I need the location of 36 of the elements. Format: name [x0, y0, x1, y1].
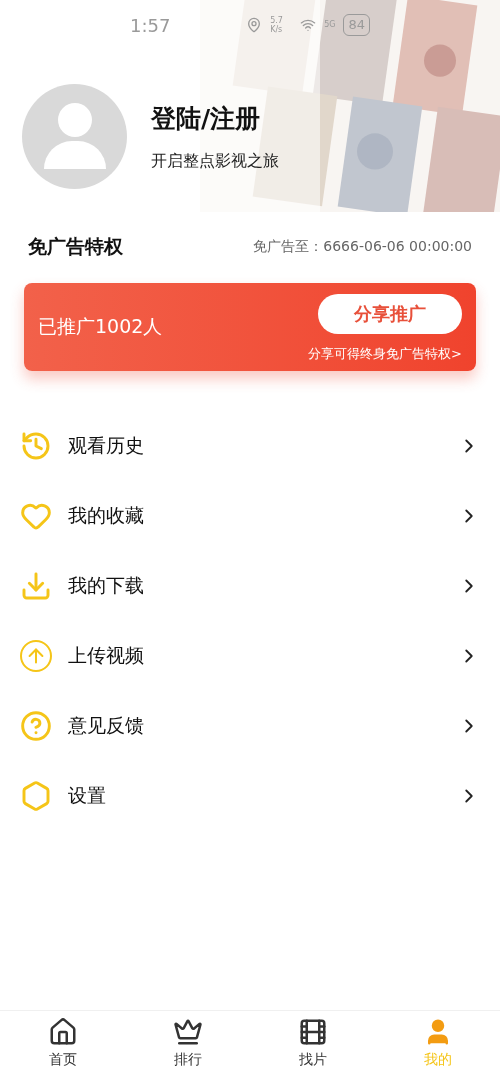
tab-item[interactable]: 找片	[250, 1011, 375, 1076]
menu-label: 我的下载	[68, 573, 145, 599]
tab-label: 找片	[298, 1050, 327, 1069]
menu-label: 上传视频	[68, 643, 145, 669]
menu-label: 设置	[68, 783, 107, 809]
menu-item[interactable]: 我的收藏	[0, 480, 500, 551]
wifi-icon	[300, 17, 317, 33]
menu-item[interactable]: 意见反馈	[0, 690, 500, 761]
menu-item[interactable]: 我的下载	[0, 550, 500, 621]
menu-item[interactable]: 观看历史	[0, 410, 500, 481]
promo-count: 已推广1002人	[38, 314, 163, 340]
help-icon	[20, 709, 52, 742]
upload-icon	[20, 639, 52, 672]
status-time: 1:57	[130, 13, 171, 38]
menu-label: 我的收藏	[68, 503, 145, 529]
menu-item[interactable]: 上传视频	[0, 620, 500, 691]
share-promote-button[interactable]: 分享推广	[318, 293, 462, 334]
login-register-link[interactable]: 登陆/注册	[151, 99, 279, 138]
profile-subtitle: 开启整点影视之旅	[151, 150, 279, 173]
menu-item[interactable]: 设置	[0, 760, 500, 831]
tab-label: 我的	[423, 1050, 452, 1069]
tab-item[interactable]: 排行	[125, 1011, 250, 1076]
location-icon	[246, 17, 263, 33]
promo-hint-link[interactable]: 分享可得终身免广告特权>	[308, 343, 462, 364]
menu-label: 意见反馈	[68, 713, 145, 739]
network-speed: 5.7 K/s	[270, 16, 284, 34]
hexagon-icon	[20, 779, 52, 812]
battery-indicator: 84	[343, 14, 370, 36]
privilege-expiry: 免广告至：6666-06-06 00:00:00	[253, 236, 472, 256]
crown-icon	[172, 1017, 203, 1047]
tab-label: 排行	[173, 1050, 202, 1069]
menu-label: 观看历史	[68, 433, 145, 459]
privilege-title: 免广告特权	[28, 234, 123, 259]
tab-label: 首页	[48, 1050, 77, 1069]
home-icon	[47, 1017, 78, 1047]
tab-item[interactable]: 首页	[0, 1011, 125, 1076]
